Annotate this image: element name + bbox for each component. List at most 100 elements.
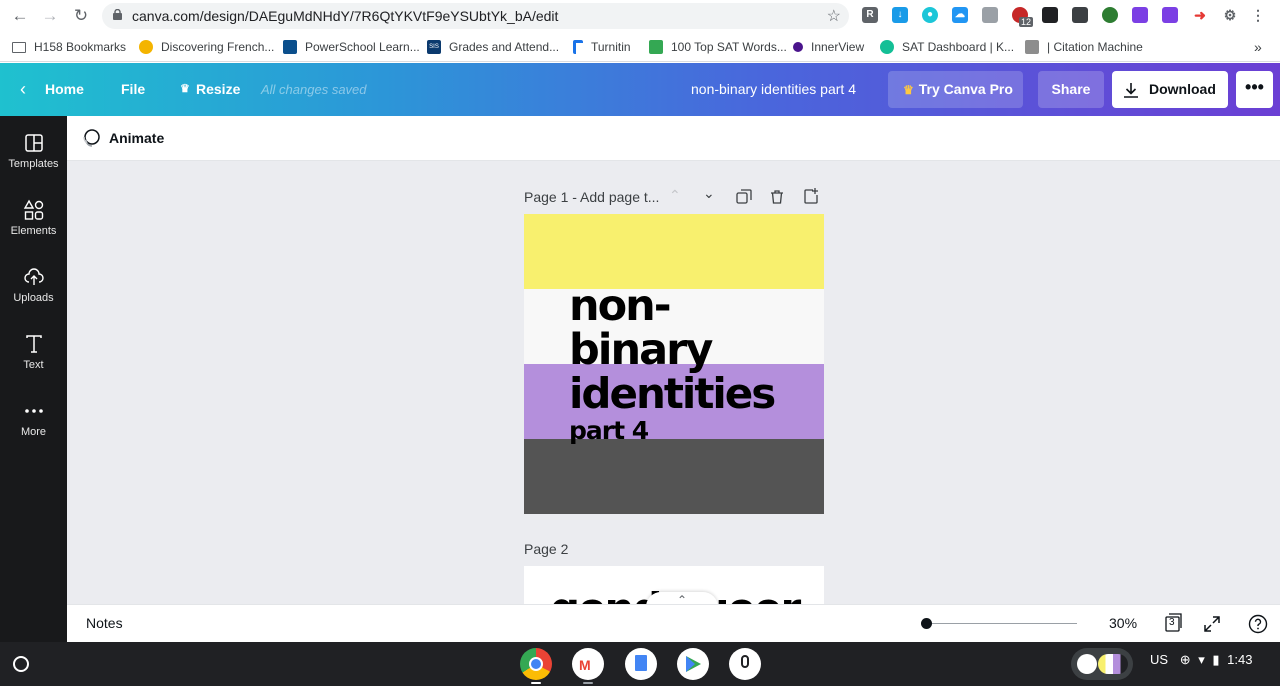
zoom-slider-handle[interactable] [921,618,932,629]
page-1-canvas[interactable]: non- binary identities part 4 [524,214,824,514]
khan-icon [880,40,894,54]
page-title-line-3[interactable]: identities [569,372,776,416]
google-docs-icon[interactable] [625,648,657,680]
extension-puzzle-purple-icon[interactable] [1132,7,1148,23]
tote-pill[interactable] [1071,648,1133,680]
voice-recorder-icon[interactable] [729,648,761,680]
thumbnail-icon [1098,654,1128,674]
elements-icon [23,199,43,220]
page-subtitle[interactable]: part 4 [569,416,649,446]
crown-icon: ♛ [180,83,190,95]
more-options-button[interactable]: ••• [1236,71,1273,108]
bookmark-turnitin[interactable]: Turnitin [573,39,631,55]
reload-icon[interactable]: ↻ [70,5,92,27]
extension-cloud-icon[interactable]: ☁ [952,7,968,23]
zoom-level[interactable]: 30% [1109,615,1137,631]
extension-arrow-icon[interactable]: ➜ [1192,7,1208,23]
clock: 1:43 [1227,652,1253,667]
chrome-active-indicator [531,682,541,684]
forward-icon[interactable]: → [39,5,61,27]
chevron-down-icon[interactable]: ⌄ [703,185,715,202]
extension-incognito-icon[interactable] [1042,7,1058,23]
page-2-title[interactable]: Page 2 [524,541,568,557]
extension-pdf-icon[interactable] [1162,7,1178,23]
page-2-canvas[interactable]: gende ueer ⌃ [524,566,824,604]
extension-pages-icon[interactable] [982,7,998,23]
gmail-indicator [583,682,593,684]
turnitin-icon [573,40,583,54]
chevron-left-icon[interactable]: ‹ [20,63,26,116]
editor-footer: Notes 30% 3 [67,604,1280,642]
innerview-icon [793,42,803,52]
text-icon [25,335,42,353]
sidebar-item-templates[interactable]: Templates [0,132,67,192]
play-store-icon[interactable] [677,648,709,680]
yellow-stripe [524,214,824,289]
uploads-icon [23,268,44,285]
page-title-line-1[interactable]: non- [569,284,672,328]
zoom-slider-track[interactable] [927,623,1077,624]
bookmarks-overflow-button[interactable]: » [1254,39,1262,55]
powerschool-icon [283,40,297,54]
sidebar-item-uploads[interactable]: Uploads [0,266,67,326]
page-count-button[interactable]: 3 [1164,613,1184,633]
check-icon [649,40,663,54]
notes-button[interactable]: Notes [86,615,123,631]
browser-menu-icon[interactable]: ⋮ [1250,7,1266,23]
templates-icon [24,134,43,152]
bookmark-h158[interactable]: H158 Bookmarks [12,39,126,55]
save-status: All changes saved [261,82,367,97]
extension-download-icon[interactable]: ↓ [892,7,908,23]
notes-expand-handle[interactable]: ⌃ [646,592,718,604]
gmail-icon[interactable]: M [572,648,604,680]
page-1-title[interactable]: Page 1 - Add page t... [524,189,659,205]
extension-lp-icon[interactable] [1102,7,1118,23]
folder-icon [12,41,26,53]
design-title[interactable]: non-binary identities part 4 [691,63,856,116]
sis-icon: SIS [427,40,441,54]
address-bar[interactable]: canva.com/design/DAEguMdNHdY/7R6QtYKVtF9… [102,3,849,29]
citation-icon [1025,40,1039,54]
home-button[interactable]: Home [45,63,84,116]
status-tray[interactable]: US ⊕ ▾ ▮ 1:43 [1150,652,1252,668]
tote-icon [1077,654,1097,674]
share-button[interactable]: Share [1038,71,1104,108]
bookmark-powerschool[interactable]: PowerSchool Learn... [283,39,420,55]
chevron-up-icon[interactable]: ⌃ [669,187,681,204]
back-icon[interactable]: ← [9,5,31,27]
add-icon: ⊕ [1179,652,1191,667]
bookmark-star-icon[interactable]: ☆ [827,6,841,26]
duplicate-page-icon[interactable] [736,189,752,205]
bookmarks-bar: H158 Bookmarks Discovering French... Pow… [0,32,1280,62]
file-menu-button[interactable]: File [121,63,145,116]
sidebar-item-more[interactable]: More [0,400,67,460]
download-button[interactable]: Download [1112,71,1228,108]
sidebar-item-text[interactable]: Text [0,333,67,393]
extension-r-icon[interactable]: R [862,7,878,23]
bookmark-sat-words[interactable]: 100 Top SAT Words... [649,39,787,55]
extension-square-icon[interactable] [1072,7,1088,23]
gray-stripe [524,439,824,514]
extensions-puzzle-icon[interactable]: ⚙ [1222,7,1238,23]
bookmark-sat-dashboard[interactable]: SAT Dashboard | K... [880,39,1014,55]
bookmark-citation-machine[interactable]: | Citation Machine [1025,39,1143,55]
launcher-icon[interactable] [13,656,29,672]
extension-globe-icon[interactable]: ● [922,7,938,23]
help-icon[interactable] [1248,614,1268,634]
animate-button[interactable]: Animate [109,130,164,146]
bookmark-grades[interactable]: SIS Grades and Attend... [427,39,559,55]
add-page-icon[interactable] [803,188,819,204]
delete-page-icon[interactable] [769,189,785,205]
wifi-icon: ▾ [1198,652,1205,667]
resize-button[interactable]: Resize [196,63,240,116]
browser-toolbar: ← → ↻ canva.com/design/DAEguMdNHdY/7R6Qt… [0,0,1280,32]
fullscreen-icon[interactable] [1203,615,1221,633]
bookmark-discovering-french[interactable]: Discovering French... [139,39,274,55]
chrome-icon[interactable] [520,648,552,680]
sidebar-item-elements[interactable]: Elements [0,199,67,259]
canvas-workspace: Page 1 - Add page t... ⌃ ⌄ non- binary i… [67,161,1280,604]
page-title-line-2[interactable]: binary [569,328,713,372]
animate-icon [83,129,100,147]
bookmark-innerview[interactable]: InnerView [793,39,864,55]
try-canva-pro-button[interactable]: ♛ Try Canva Pro [888,71,1023,108]
